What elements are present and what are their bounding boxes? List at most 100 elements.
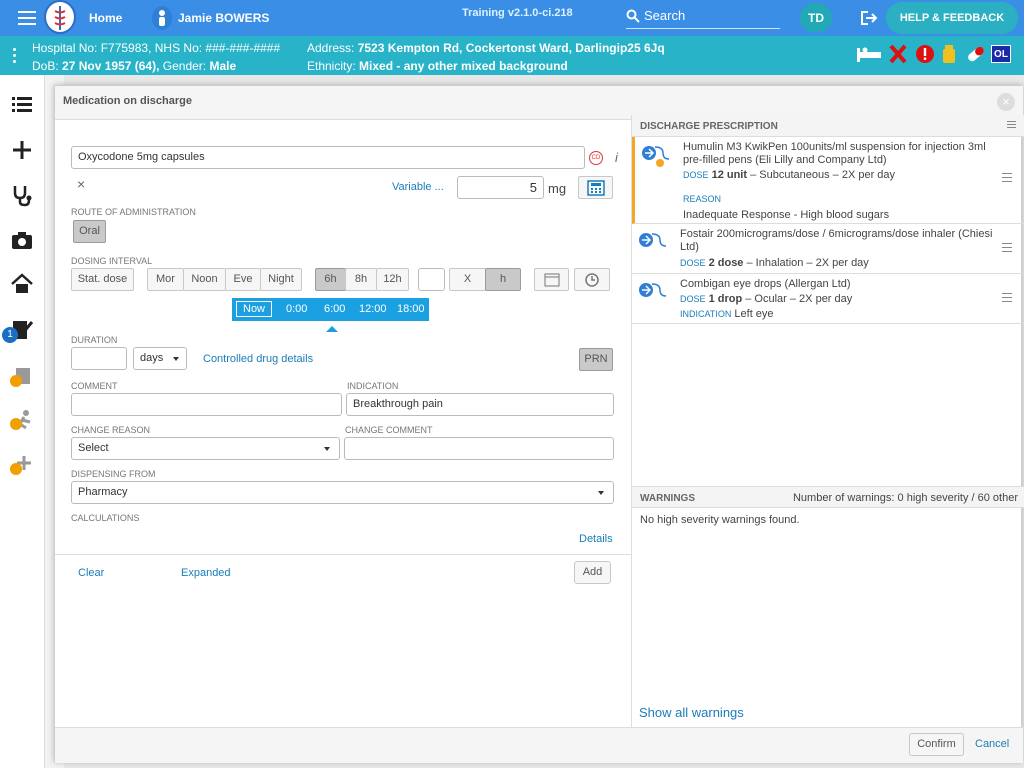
duration-field[interactable] xyxy=(71,347,127,370)
bed-icon[interactable] xyxy=(855,44,883,67)
user-avatar[interactable]: TD xyxy=(800,3,832,33)
schedule-button[interactable] xyxy=(574,268,610,291)
patient-address: Address: 7523 Kempton Rd, Cockertonst Wa… xyxy=(307,39,665,57)
interval-6h-button[interactable]: 6h xyxy=(315,268,346,291)
info-icon[interactable]: i xyxy=(615,150,618,165)
prescription-item-reason-key: REASON xyxy=(683,194,722,204)
calculator-button[interactable] xyxy=(578,176,613,199)
clear-link[interactable]: Clear xyxy=(78,567,104,579)
home-link[interactable]: Home xyxy=(89,11,122,25)
medication-icon xyxy=(641,143,671,172)
confirm-button[interactable]: Confirm xyxy=(909,733,964,756)
duration-unit-value: days xyxy=(140,352,164,364)
time-mor-button[interactable]: Mor xyxy=(147,268,184,291)
prescription-item[interactable]: Combigan eye drops (Allergan Ltd) DOSE 1… xyxy=(632,274,1024,324)
kebab-menu-icon[interactable] xyxy=(13,48,16,66)
dose-field[interactable]: 5 xyxy=(457,176,544,199)
app-logo[interactable] xyxy=(44,0,76,34)
route-oral-button[interactable]: Oral xyxy=(73,220,106,243)
modal-title: Medication on discharge xyxy=(63,95,192,107)
dose-unit: mg xyxy=(548,181,567,196)
medication-bottle-icon[interactable] xyxy=(941,44,957,67)
hamburger-icon[interactable] xyxy=(1007,121,1016,128)
dob-label: DoB: xyxy=(32,59,59,73)
change-comment-field[interactable] xyxy=(344,437,614,460)
prescription-item-dose: DOSE 2 dose – Inhalation – 2X per day xyxy=(680,257,869,269)
time-night-button[interactable]: Night xyxy=(260,268,302,291)
ethnicity-label: Ethnicity: xyxy=(307,59,356,73)
warnings-header: WARNINGS Number of warnings: 0 high seve… xyxy=(632,486,1024,508)
time-slot[interactable]: 18:00 xyxy=(397,303,425,315)
locked-documents-icon[interactable] xyxy=(10,365,34,389)
warning-alert-icon[interactable] xyxy=(915,44,935,67)
indication-field[interactable]: Breakthrough pain xyxy=(346,393,614,416)
prn-button[interactable]: PRN xyxy=(579,348,613,371)
list-icon[interactable] xyxy=(10,93,34,117)
cancel-link[interactable]: Cancel xyxy=(975,738,1009,750)
patient-info-right: Address: 7523 Kempton Rd, Cockertonst Wa… xyxy=(307,39,665,75)
locked-add-icon[interactable] xyxy=(10,453,34,477)
time-noon-button[interactable]: Noon xyxy=(183,268,226,291)
interval-12h-button[interactable]: 12h xyxy=(376,268,409,291)
dispensing-select[interactable]: Pharmacy xyxy=(71,481,614,504)
timebar-pointer xyxy=(326,326,338,332)
time-eve-button[interactable]: Eve xyxy=(225,268,261,291)
item-menu-icon[interactable] xyxy=(1002,173,1012,185)
variable-link[interactable]: Variable ... xyxy=(392,181,444,193)
ol-badge[interactable]: OL xyxy=(991,45,1011,63)
patient-name[interactable]: Jamie BOWERS xyxy=(178,11,269,25)
patient-ethnicity: Ethnicity: Mixed - any other mixed backg… xyxy=(307,57,665,75)
x-button[interactable]: X xyxy=(449,268,486,291)
add-icon[interactable] xyxy=(10,138,34,162)
duration-label: DURATION xyxy=(71,335,118,345)
custom-interval-field[interactable] xyxy=(418,268,445,291)
help-feedback-button[interactable]: HELP & FEEDBACK xyxy=(886,2,1018,34)
prescription-item-indication: INDICATION Left eye xyxy=(680,308,774,320)
locked-activity-icon[interactable] xyxy=(10,408,34,432)
change-reason-select[interactable]: Select xyxy=(71,437,340,460)
show-all-warnings-link[interactable]: Show all warnings xyxy=(639,705,744,720)
warnings-count: Number of warnings: 0 high severity / 60… xyxy=(792,492,1018,504)
h-button[interactable]: h xyxy=(485,268,521,291)
home-nav-icon[interactable] xyxy=(10,272,34,296)
route-label: ROUTE OF ADMINISTRATION xyxy=(71,207,196,217)
time-slot[interactable]: 6:00 xyxy=(324,303,345,315)
medication-icon xyxy=(638,280,668,309)
stat-dose-button[interactable]: Stat. dose xyxy=(71,268,134,291)
calculator-icon xyxy=(586,180,605,196)
search-field[interactable]: Search xyxy=(626,5,780,29)
duration-unit-select[interactable]: days xyxy=(133,347,187,370)
menu-icon[interactable] xyxy=(18,11,36,25)
expanded-link[interactable]: Expanded xyxy=(181,567,231,579)
patient-icon xyxy=(152,6,172,30)
clear-drug-icon[interactable]: × xyxy=(77,176,85,192)
add-button[interactable]: Add xyxy=(574,561,611,584)
time-slot[interactable]: 12:00 xyxy=(359,303,387,315)
calculations-label: CALCULATIONS xyxy=(71,513,140,523)
item-menu-icon[interactable] xyxy=(1002,243,1012,255)
drug-name-field[interactable]: Oxycodone 5mg capsules xyxy=(71,146,585,169)
interval-8h-button[interactable]: 8h xyxy=(345,268,377,291)
details-link[interactable]: Details xyxy=(579,533,613,545)
logout-icon[interactable] xyxy=(860,10,880,29)
now-button[interactable]: Now xyxy=(236,301,273,317)
dispensing-label: DISPENSING FROM xyxy=(71,469,156,479)
controlled-drug-details-link[interactable]: Controlled drug details xyxy=(203,353,313,365)
time-slot[interactable]: 0:00 xyxy=(286,303,307,315)
dose-key: DOSE xyxy=(680,258,706,268)
camera-icon[interactable] xyxy=(10,228,34,252)
close-icon[interactable]: × xyxy=(997,93,1015,111)
chevron-down-icon xyxy=(173,357,179,361)
prescription-item[interactable]: Humulin M3 KwikPen 100units/ml suspensio… xyxy=(632,137,1024,224)
item-menu-icon[interactable] xyxy=(1002,293,1012,305)
pill-icon[interactable] xyxy=(965,44,987,67)
calendar-button[interactable] xyxy=(534,268,569,291)
prescription-item[interactable]: Fostair 200micrograms/dose / 6micrograms… xyxy=(632,224,1024,274)
dob-value: 27 Nov 1957 (64), xyxy=(62,59,160,73)
cross-alert-icon[interactable] xyxy=(889,44,907,67)
dose-rest: – Subcutaneous – 2X per day xyxy=(747,169,896,181)
prescription-header-label: DISCHARGE PRESCRIPTION xyxy=(640,121,778,132)
stethoscope-icon[interactable] xyxy=(10,183,34,207)
comment-field[interactable] xyxy=(71,393,342,416)
change-reason-value: Select xyxy=(78,442,109,454)
